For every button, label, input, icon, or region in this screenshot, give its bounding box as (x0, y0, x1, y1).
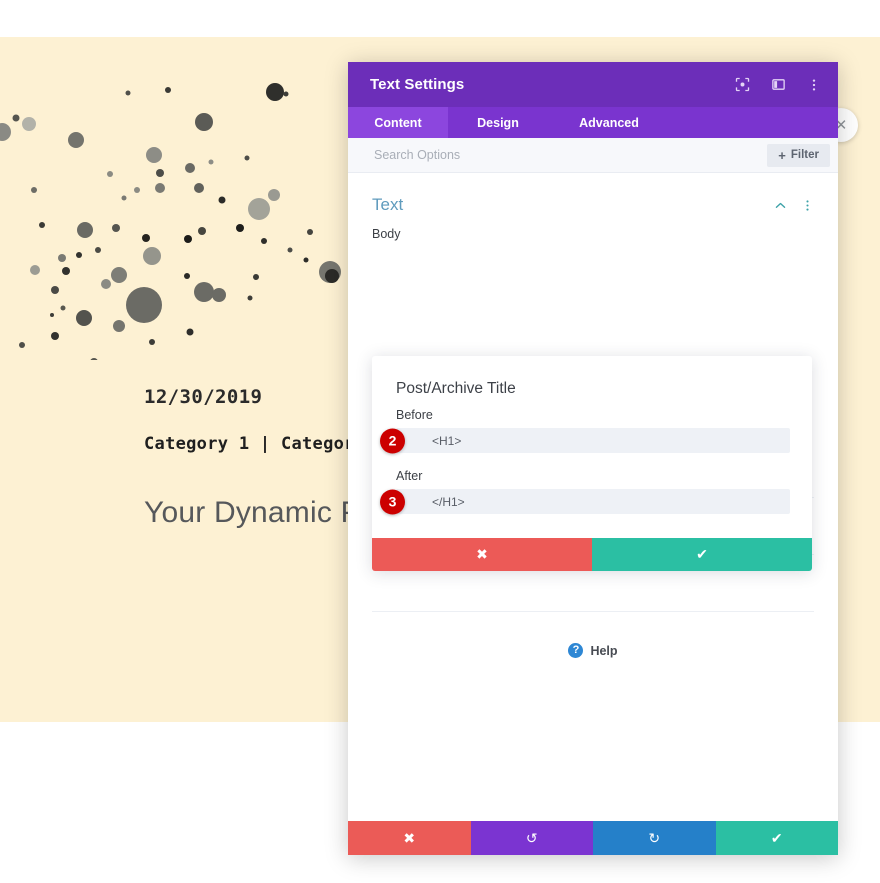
section-title: Text (372, 195, 404, 214)
after-field-label: After (396, 469, 423, 483)
page-title: Text Settings (370, 76, 465, 93)
filter-button[interactable]: + Filter (767, 143, 830, 167)
more-vertical-icon[interactable] (804, 75, 824, 95)
help-label: Help (590, 643, 618, 658)
after-field-wrap: 3 (380, 489, 790, 514)
question-circle-icon: ? (568, 643, 584, 658)
popup-action-bar: ✖ ✔ (372, 538, 812, 571)
redo-button[interactable]: ↻ (593, 821, 716, 855)
popup-content: Post/Archive Title Before 2 After 3 (372, 356, 812, 538)
modal-tabs: Content Design Advanced (348, 107, 838, 138)
save-button[interactable]: ✔ (715, 821, 838, 855)
plus-icon: + (778, 147, 786, 163)
tab-advanced[interactable]: Advanced (548, 107, 670, 138)
tab-design[interactable]: Design (448, 107, 548, 138)
filter-button-label: Filter (790, 149, 819, 161)
tab-content[interactable]: Content (348, 107, 448, 138)
step-badge-2: 2 (380, 428, 405, 453)
text-section-header: Text (348, 173, 838, 215)
ink-splatter-graphic (0, 80, 360, 360)
header-icon-group (732, 75, 824, 95)
panel-layout-icon[interactable] (768, 75, 788, 95)
modal-body: Text Body Post/Archive Title Before 2 <H… (348, 173, 838, 821)
chevron-up-icon[interactable] (774, 199, 787, 212)
focus-target-icon[interactable] (732, 75, 752, 95)
text-settings-modal: Text Settings Content Design Advanced Se… (348, 62, 838, 855)
modal-footer-toolbar: ✖ ↺ ↻ ✔ (348, 821, 838, 855)
close-button[interactable]: ✖ (348, 821, 471, 855)
before-field-label: Before (396, 408, 433, 422)
search-input[interactable] (372, 147, 768, 163)
after-input[interactable] (396, 489, 790, 514)
search-bar: + Filter (348, 138, 838, 173)
step-badge-3: 3 (380, 489, 405, 514)
popup-heading: Post/Archive Title (396, 380, 516, 397)
section-actions (774, 199, 814, 212)
body-field-label: Body (372, 227, 401, 241)
before-input[interactable] (396, 428, 790, 453)
dynamic-content-popup: Post/Archive Title Before 2 After 3 ✖ ✔ (372, 356, 812, 571)
undo-button[interactable]: ↺ (470, 821, 593, 855)
modal-header: Text Settings (348, 62, 838, 107)
popup-accept-button[interactable]: ✔ (592, 538, 812, 571)
before-field-wrap: 2 (380, 428, 790, 453)
popup-cancel-button[interactable]: ✖ (372, 538, 592, 571)
help-link[interactable]: ? Help (348, 643, 838, 658)
section-more-vertical-icon[interactable] (801, 199, 814, 212)
